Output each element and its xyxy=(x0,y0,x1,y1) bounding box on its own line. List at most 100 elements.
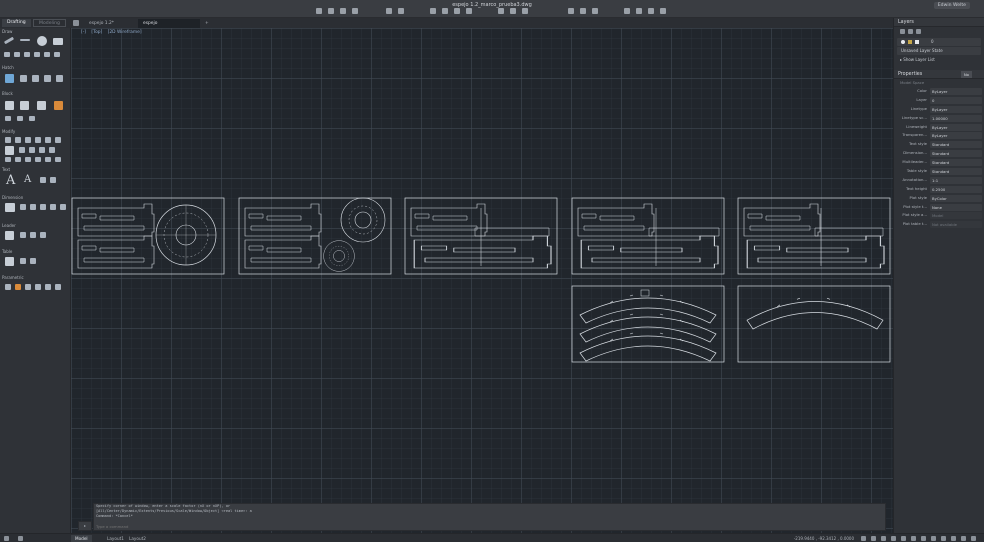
join-icon[interactable] xyxy=(35,157,41,162)
move-large-icon[interactable] xyxy=(5,146,14,155)
table-style-icon[interactable] xyxy=(20,258,26,264)
delete-constraints-icon[interactable] xyxy=(45,284,51,290)
show-constraints-icon[interactable] xyxy=(35,284,41,290)
properties-icon[interactable] xyxy=(454,8,460,14)
zoom-icon[interactable] xyxy=(430,8,436,14)
dimensional-constraint-icon[interactable] xyxy=(25,284,31,290)
layout-prev-icon[interactable] xyxy=(18,536,23,541)
table-icon[interactable] xyxy=(5,257,14,266)
delete-layer-icon[interactable] xyxy=(908,29,913,34)
property-value[interactable]: 1.00000 xyxy=(930,114,982,122)
property-row[interactable]: Linetype ByLayer xyxy=(894,105,984,114)
layer-state-dropdown[interactable]: Unsaved Layer State xyxy=(897,47,981,55)
properties-header[interactable]: Properties No xyxy=(894,70,984,79)
save-icon[interactable] xyxy=(340,8,346,14)
single-text-icon[interactable]: A xyxy=(24,174,31,185)
property-row[interactable]: Color ByLayer xyxy=(894,87,984,96)
copy-icon[interactable] xyxy=(15,137,21,143)
property-value[interactable]: ByColor xyxy=(930,194,982,202)
linear-dimension-icon[interactable] xyxy=(5,203,15,212)
array-icon[interactable] xyxy=(15,157,21,162)
plot-icon[interactable] xyxy=(352,8,358,14)
edit-block-icon[interactable] xyxy=(37,101,46,110)
extend-icon[interactable] xyxy=(29,147,35,153)
lineweight-toggle-icon[interactable] xyxy=(921,536,926,541)
property-value[interactable]: ByLayer xyxy=(930,105,982,113)
property-value[interactable]: Standard xyxy=(930,168,982,176)
select-icon[interactable] xyxy=(568,8,574,14)
layer-freeze-icon[interactable] xyxy=(908,40,912,44)
break-icon[interactable] xyxy=(45,157,51,162)
mirror-icon[interactable] xyxy=(35,137,41,143)
annotation-scale-icon[interactable] xyxy=(951,536,956,541)
revcloud-icon[interactable] xyxy=(54,52,60,57)
manage-attributes-icon[interactable] xyxy=(17,116,23,121)
layer-icon[interactable] xyxy=(442,8,448,14)
command-input[interactable] xyxy=(96,523,876,529)
workspace-drafting-tab[interactable]: Drafting xyxy=(2,19,31,27)
property-row[interactable]: Annotation... 1:1 xyxy=(894,176,984,185)
property-row[interactable]: Layer 0 xyxy=(894,96,984,105)
scale-icon[interactable] xyxy=(45,137,51,143)
ellipse-icon[interactable] xyxy=(14,52,20,57)
property-value[interactable]: ByLayer xyxy=(930,132,982,140)
snap-toggle-icon[interactable] xyxy=(871,536,876,541)
property-row[interactable]: Text style Standard xyxy=(894,140,984,149)
mtext-icon[interactable]: A xyxy=(6,173,15,188)
arc-icon[interactable] xyxy=(4,52,10,57)
orbit-icon[interactable] xyxy=(592,8,598,14)
layers-header[interactable]: Layers xyxy=(894,18,984,27)
ortho-toggle-icon[interactable] xyxy=(881,536,886,541)
add-leader-icon[interactable] xyxy=(20,232,26,238)
property-value[interactable]: Standard xyxy=(930,150,982,158)
remove-leader-icon[interactable] xyxy=(30,232,36,238)
property-row[interactable]: Plot style ByColor xyxy=(894,194,984,203)
parameters-manager-icon[interactable] xyxy=(55,284,61,290)
selection-cycling-icon[interactable] xyxy=(941,536,946,541)
aligned-dimension-icon[interactable] xyxy=(20,204,26,210)
insert-block-icon[interactable] xyxy=(5,101,14,110)
hatch-icon[interactable] xyxy=(5,74,14,83)
property-value[interactable]: Standard xyxy=(930,141,982,149)
layer-color-icon[interactable] xyxy=(915,40,919,44)
tab-list-icon[interactable] xyxy=(73,20,79,26)
circle-icon[interactable] xyxy=(37,36,47,46)
selection-selector[interactable]: No xyxy=(960,71,972,78)
open-file-icon[interactable] xyxy=(328,8,334,14)
workspace-switch-icon[interactable] xyxy=(961,536,966,541)
property-row[interactable]: Plot style a... Model xyxy=(894,211,984,220)
erase-icon[interactable] xyxy=(55,157,61,162)
create-block-icon[interactable] xyxy=(20,101,29,110)
multileader-icon[interactable] xyxy=(5,231,14,240)
property-row[interactable]: Dimension... Standard xyxy=(894,149,984,158)
define-attribute-icon[interactable] xyxy=(5,116,11,121)
xref-icon[interactable] xyxy=(522,8,528,14)
write-block-icon[interactable] xyxy=(29,116,35,121)
set-current-layer-icon[interactable] xyxy=(916,29,921,34)
new-file-icon[interactable] xyxy=(316,8,322,14)
command-line-handle[interactable]: ▸ xyxy=(78,521,92,531)
pan-icon[interactable] xyxy=(580,8,586,14)
text-style-icon[interactable] xyxy=(40,177,46,183)
customization-icon[interactable] xyxy=(971,536,976,541)
dimension-style-icon[interactable] xyxy=(60,204,66,210)
layer-on-icon[interactable] xyxy=(901,40,905,44)
gradient-icon[interactable] xyxy=(20,75,27,82)
property-row[interactable]: Plot style t... None xyxy=(894,203,984,212)
block-icon[interactable] xyxy=(498,8,504,14)
redo-icon[interactable] xyxy=(398,8,404,14)
property-row[interactable]: Text height 0.2500 xyxy=(894,185,984,194)
grid-toggle-icon[interactable] xyxy=(861,536,866,541)
new-layer-icon[interactable] xyxy=(900,29,905,34)
line-icon[interactable] xyxy=(3,36,15,45)
property-value[interactable]: ByLayer xyxy=(930,88,982,95)
transparency-toggle-icon[interactable] xyxy=(931,536,936,541)
current-layer-row[interactable]: 0 xyxy=(897,38,981,46)
rotate-icon[interactable] xyxy=(25,137,31,143)
rectangle-icon[interactable] xyxy=(53,38,63,45)
match-properties-icon[interactable] xyxy=(466,8,472,14)
trim-icon[interactable] xyxy=(19,147,25,153)
property-row[interactable]: Transparen... ByLayer xyxy=(894,131,984,140)
property-value[interactable]: 1:1 xyxy=(930,176,982,184)
chamfer-icon[interactable] xyxy=(49,147,55,153)
